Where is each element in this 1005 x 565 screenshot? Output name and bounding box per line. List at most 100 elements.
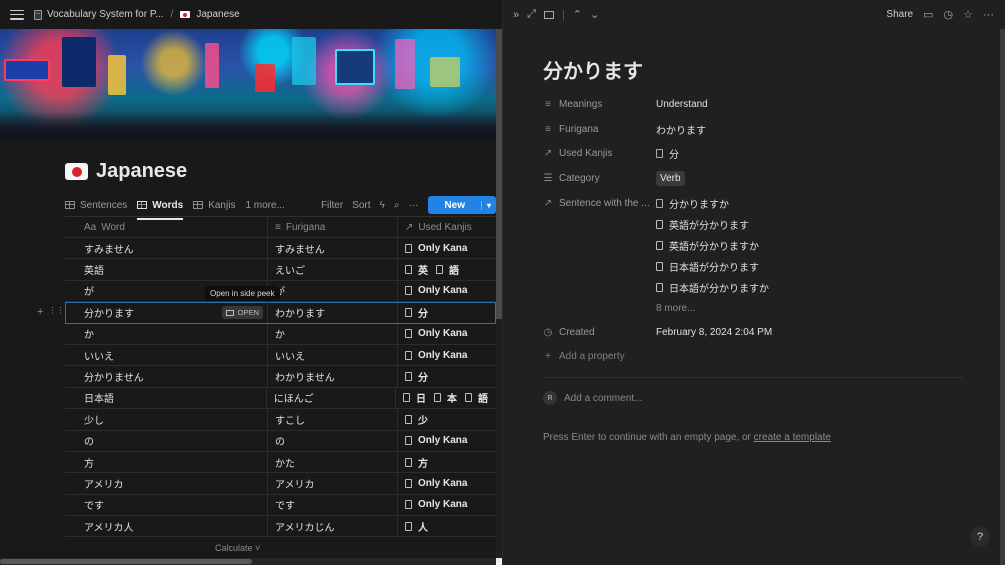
cell-used-kanjis[interactable]: 少	[398, 409, 496, 429]
cell-used-kanjis[interactable]: Only Kana	[398, 431, 496, 451]
relation-link[interactable]: 英	[405, 262, 428, 277]
cell-furigana[interactable]: わかります	[268, 302, 398, 323]
tab-sentences[interactable]: Sentences	[65, 194, 127, 216]
property-value[interactable]: Verb	[656, 170, 685, 186]
relation-link[interactable]: 日	[403, 390, 426, 405]
relation-link[interactable]: 本	[434, 390, 457, 405]
new-button[interactable]: New ▾	[428, 196, 496, 214]
page-title[interactable]: Japanese	[65, 160, 187, 183]
property-name[interactable]: ↗ Sentence with the ...	[543, 198, 656, 209]
column-header-used-kanjis[interactable]: ↗ Used Kanjis	[398, 217, 496, 237]
table-row[interactable]: 日本語 にほんご日本語	[65, 387, 496, 410]
relation-link[interactable]: 語	[436, 262, 459, 277]
close-peek-icon[interactable]: »	[513, 9, 519, 21]
cell-used-kanjis[interactable]: Only Kana	[398, 345, 496, 365]
relation-link[interactable]: 分	[656, 146, 679, 161]
filter-button[interactable]: Filter	[321, 200, 343, 211]
chevron-down-icon[interactable]: ▾	[480, 200, 496, 210]
calculate-button[interactable]: Calculate ˅	[215, 543, 260, 553]
sentence-link[interactable]: 英語が分かります	[656, 214, 956, 234]
relation-link[interactable]: 分	[405, 369, 428, 384]
drag-handle-icon[interactable]: ⋮⋮	[48, 306, 64, 318]
expand-icon[interactable]: ⤢	[527, 8, 536, 21]
star-icon[interactable]: ☆	[963, 8, 973, 21]
column-header-word[interactable]: Aa Word	[65, 217, 268, 237]
relation-link[interactable]: 分かりますか	[656, 196, 729, 211]
cell-furigana[interactable]: すこし	[268, 409, 398, 430]
cell-furigana[interactable]: いいえ	[268, 344, 398, 366]
table-row[interactable]: 分かりません わかりません 分	[65, 366, 496, 388]
table-row[interactable]: + ⋮⋮ 分かります OPEN わかります 分	[37, 302, 496, 324]
chevron-down-icon[interactable]: ⌄	[590, 8, 599, 21]
cell-used-kanjis[interactable]: Only Kana	[398, 473, 496, 493]
property-name[interactable]: ☰ Category	[543, 173, 656, 184]
comment-box[interactable]: R Add a comment...	[543, 391, 642, 405]
peek-mode-icon[interactable]	[543, 10, 554, 19]
cell-word[interactable]: 分かります OPEN	[65, 302, 268, 323]
cell-word[interactable]: すみません	[65, 238, 268, 259]
relation-link[interactable]: Only Kana	[405, 478, 467, 489]
relation-link[interactable]: 方	[405, 455, 428, 470]
tab-more[interactable]: 1 more...	[245, 194, 284, 216]
cell-used-kanjis[interactable]: 分	[398, 302, 496, 322]
peek-title[interactable]: 分かります	[543, 55, 643, 84]
vertical-scrollbar[interactable]	[1000, 29, 1005, 565]
cell-furigana[interactable]: です	[268, 494, 398, 516]
automation-icon[interactable]: ϟ	[380, 200, 385, 211]
cell-furigana[interactable]: アメリカ	[268, 473, 398, 494]
cell-furigana[interactable]: えいご	[268, 259, 398, 280]
sort-button[interactable]: Sort	[352, 200, 370, 211]
relation-link[interactable]: Only Kana	[405, 285, 467, 296]
cell-word[interactable]: いいえ	[65, 344, 268, 366]
add-row-icon[interactable]: +	[37, 306, 43, 318]
relation-link[interactable]: Only Kana	[405, 499, 467, 510]
property-name[interactable]: ◷ Created	[543, 327, 656, 338]
horizontal-scrollbar[interactable]	[0, 558, 502, 565]
add-property-button[interactable]: + Add a property	[543, 346, 963, 366]
table-row[interactable]: が が Only Kana	[65, 280, 496, 303]
table-row[interactable]: 少し すこし 少	[65, 409, 496, 431]
relation-link[interactable]: Only Kana	[405, 243, 467, 254]
cell-used-kanjis[interactable]: 分	[398, 366, 496, 386]
table-row[interactable]: です です Only Kana	[65, 494, 496, 517]
relation-link[interactable]: 語	[465, 390, 488, 405]
table-row[interactable]: いいえ いいえ Only Kana	[65, 344, 496, 367]
cell-word[interactable]: か	[65, 323, 268, 344]
more-options-icon[interactable]: ···	[983, 9, 994, 21]
cell-word[interactable]: 少し	[65, 409, 268, 430]
property-name[interactable]: ≡ Meanings	[543, 99, 656, 110]
cell-used-kanjis[interactable]: 人	[398, 516, 496, 536]
search-icon[interactable]: ⌕	[394, 200, 400, 211]
cell-furigana[interactable]: にほんご	[267, 387, 396, 409]
cell-furigana[interactable]: すみません	[268, 238, 398, 259]
cell-used-kanjis[interactable]: Only Kana	[398, 281, 496, 301]
sentence-link[interactable]: 日本語が分かります	[656, 256, 956, 276]
cell-furigana[interactable]: かた	[268, 451, 398, 473]
cell-word[interactable]: です	[65, 494, 268, 516]
chevron-up-icon[interactable]: ⌃	[573, 8, 582, 21]
property-name[interactable]: ↗ Used Kanjis	[543, 148, 656, 159]
comment-icon[interactable]: ▭	[923, 8, 933, 21]
cell-furigana[interactable]: が	[268, 280, 398, 302]
table-row[interactable]: の の Only Kana	[65, 430, 496, 452]
row-handle[interactable]: + ⋮⋮	[37, 306, 64, 318]
clock-icon[interactable]: ◷	[944, 8, 954, 21]
relation-link[interactable]: 分	[405, 305, 428, 320]
scrollbar-thumb[interactable]	[1000, 29, 1005, 565]
cell-word[interactable]: 方	[65, 451, 268, 473]
cell-used-kanjis[interactable]: Only Kana	[398, 238, 496, 258]
property-value[interactable]: Understand	[656, 99, 708, 110]
cell-furigana[interactable]: アメリカじん	[268, 516, 398, 537]
cell-word[interactable]: 分かりません	[65, 366, 268, 387]
help-button[interactable]: ?	[970, 527, 990, 547]
table-row[interactable]: すみません すみません Only Kana	[65, 238, 496, 260]
cell-furigana[interactable]: の	[268, 430, 398, 451]
cell-used-kanjis[interactable]: Only Kana	[398, 495, 496, 515]
cell-furigana[interactable]: わかりません	[268, 366, 398, 387]
tab-words[interactable]: Words	[137, 194, 183, 220]
cell-word[interactable]: の	[65, 430, 268, 451]
more-options-icon[interactable]: ···	[408, 200, 418, 211]
table-row[interactable]: か か Only Kana	[65, 323, 496, 345]
sentence-link[interactable]: 英語が分かりますか	[656, 235, 956, 255]
cell-used-kanjis[interactable]: Only Kana	[398, 324, 496, 344]
